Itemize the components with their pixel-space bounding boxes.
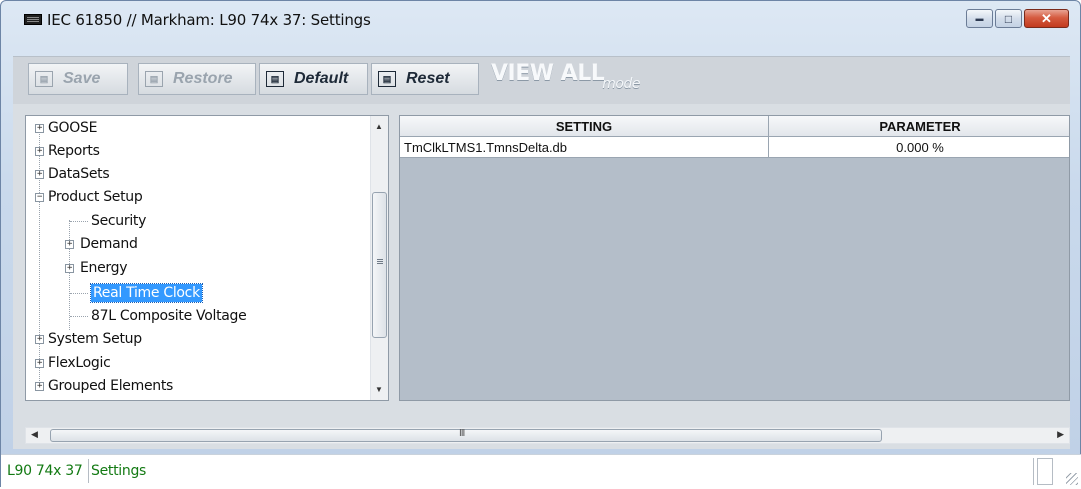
restore-icon: ▤ (145, 71, 163, 87)
tree-item-label: DataSets (48, 166, 110, 182)
tree-item-label: System Setup (48, 331, 142, 347)
default-label: Default (294, 70, 349, 87)
reset-icon: ▤ (378, 71, 396, 87)
title-bar[interactable]: IEC 61850 // Markham: L90 74x 37: Settin… (1, 1, 1080, 41)
expand-icon[interactable]: + (35, 335, 44, 344)
expand-icon[interactable]: + (35, 170, 44, 179)
tree-item-reports[interactable]: + Reports (35, 141, 100, 161)
expand-icon[interactable]: + (35, 359, 44, 368)
scrollbar-thumb[interactable]: III (50, 428, 882, 442)
tree-item-label: Real Time Clock (90, 283, 203, 303)
save-label: Save (63, 70, 101, 87)
resize-grip-icon[interactable] (1066, 473, 1078, 485)
tree-item-system-setup[interactable]: + System Setup (35, 329, 142, 349)
status-panel (1037, 458, 1053, 485)
expand-icon[interactable]: + (65, 240, 74, 249)
tree-item-label: Demand (80, 236, 138, 252)
view-mode-label: mode (602, 76, 640, 92)
save-icon: ▤ (35, 71, 53, 87)
window-title: IEC 61850 // Markham: L90 74x 37: Settin… (47, 11, 371, 29)
view-all-label: VIEW ALL (491, 61, 605, 86)
view-all-mode-button[interactable]: VIEW ALLmode (491, 61, 640, 92)
tree-item-label: Security (91, 213, 147, 229)
expand-icon[interactable]: + (65, 264, 74, 273)
tree-item-label: Grouped Elements (48, 378, 174, 394)
scrollbar-thumb[interactable] (372, 192, 387, 338)
app-icon (24, 14, 42, 25)
status-device: L90 74x 37 (1, 459, 90, 483)
status-view: Settings (91, 463, 147, 479)
maximize-button[interactable]: □ (995, 9, 1022, 28)
tree-item-real-time-clock[interactable]: Real Time Clock (90, 283, 203, 303)
tree-vertical-scrollbar[interactable]: ▲ ▼ (370, 116, 388, 400)
tree-item-goose[interactable]: + GOOSE (35, 118, 97, 138)
reset-button[interactable]: ▤ Reset (371, 63, 479, 95)
save-button[interactable]: ▤ Save (28, 63, 128, 95)
toolbar: ▤ Save ▤ Restore ▤ Default ▤ Reset VIEW ALLm… (13, 56, 1070, 105)
scrollbar-grip-icon: III (459, 428, 465, 439)
settings-window: IEC 61850 // Markham: L90 74x 37: Settin… (0, 0, 1081, 489)
minimize-button[interactable]: ▬ (966, 9, 993, 28)
tree-item-flexlogic[interactable]: + FlexLogic (35, 353, 111, 373)
tree-item-demand[interactable]: + Demand (65, 234, 138, 254)
close-icon: ✕ (1041, 10, 1052, 26)
horizontal-scrollbar[interactable]: ◀ III ▶ (25, 427, 1070, 444)
scroll-up-icon[interactable]: ▲ (375, 122, 383, 131)
tree-item-datasets[interactable]: + DataSets (35, 164, 110, 184)
restore-button[interactable]: ▤ Restore (138, 63, 256, 95)
tree-item-label: FlexLogic (48, 355, 111, 371)
status-panel (181, 458, 1034, 485)
column-header-setting[interactable]: SETTING (400, 116, 769, 137)
expand-icon[interactable]: + (35, 124, 44, 133)
settings-grid: SETTING PARAMETER TmClkLTMS1.TmnsDelta.d… (399, 115, 1070, 401)
minimize-icon: ▬ (975, 14, 984, 23)
tree-item-label: Energy (80, 260, 128, 276)
expand-icon[interactable]: + (35, 147, 44, 156)
tree-item-security[interactable]: Security (91, 211, 146, 231)
scroll-down-icon[interactable]: ▼ (375, 385, 383, 394)
tree-item-product-setup[interactable]: − Product Setup (35, 187, 143, 207)
tree-item-energy[interactable]: + Energy (65, 258, 128, 278)
restore-label: Restore (173, 70, 233, 87)
close-button[interactable]: ✕ (1024, 9, 1069, 28)
setting-cell: TmClkLTMS1.TmnsDelta.db (400, 137, 769, 158)
default-button[interactable]: ▤ Default (259, 63, 368, 95)
tree-item-87l-composite-voltage[interactable]: 87L Composite Voltage (91, 306, 247, 326)
tree-item-label: Reports (48, 143, 100, 159)
expand-icon[interactable]: + (35, 382, 44, 391)
scroll-left-icon[interactable]: ◀ (31, 429, 38, 440)
tree-item-label: Product Setup (48, 189, 143, 205)
tree-item-grouped-elements[interactable]: + Grouped Elements (35, 376, 173, 396)
tree-item-label: 87L Composite Voltage (91, 308, 247, 324)
maximize-icon: □ (1004, 11, 1013, 26)
default-icon: ▤ (266, 71, 284, 87)
column-header-parameter[interactable]: PARAMETER (769, 116, 1069, 137)
tree-item-label: GOOSE (48, 120, 98, 136)
status-bar: L90 74x 37 Settings (1, 454, 1081, 489)
scroll-right-icon[interactable]: ▶ (1057, 429, 1064, 440)
collapse-icon[interactable]: − (35, 193, 44, 202)
parameter-cell[interactable]: 0.000 % (769, 137, 1069, 158)
settings-tree[interactable]: + GOOSE + Reports + DataSets − Product S… (25, 115, 389, 401)
reset-label: Reset (406, 70, 450, 87)
